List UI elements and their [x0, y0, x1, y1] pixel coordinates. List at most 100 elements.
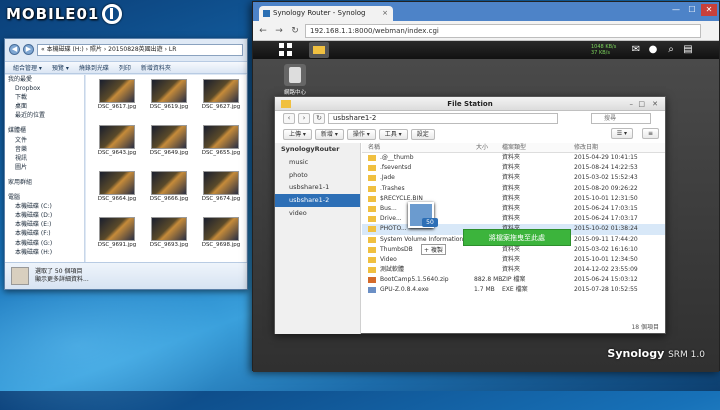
file-row[interactable]: 測試軟體 資料夾 2014-12-02 23:55:09	[362, 265, 665, 275]
sort-icon[interactable]: ≡	[641, 128, 659, 139]
explorer-address-bar[interactable]: « 本機磁碟 (H:) › 照片 › 20150828英國出遊 › LR	[37, 43, 243, 56]
url-bar[interactable]: 192.168.1.1:8000/webman/index.cgi	[305, 23, 701, 38]
tree-item[interactable]: SynologyRouter	[275, 143, 360, 156]
photo-thumbnail[interactable]: DSC_9619.jpg	[148, 79, 190, 113]
folder-icon	[281, 100, 291, 108]
explorer-toolbar-button[interactable]: 組合管理 ▾	[13, 63, 42, 72]
file-row[interactable]: .fseventsd 資料夾 2015-08-24 14:22:53	[362, 163, 665, 173]
file-name: .Trashes	[380, 184, 405, 192]
file-station-taskbar-icon[interactable]	[309, 42, 329, 58]
photo-thumbnail[interactable]: DSC_9698.jpg	[200, 217, 242, 251]
windows-start-button[interactable]	[0, 355, 40, 391]
photo-thumbnail[interactable]: DSC_9627.jpg	[200, 79, 242, 113]
maximize-button[interactable]: ☐	[685, 4, 699, 16]
tab-close-icon[interactable]: ×	[382, 6, 388, 21]
forward-icon[interactable]: ▶	[23, 44, 34, 55]
sidebar-item[interactable]: 家用群組	[5, 178, 84, 187]
photo-thumbnail[interactable]: DSC_9666.jpg	[148, 171, 190, 205]
minimize-button[interactable]: —	[669, 4, 683, 16]
refresh-icon[interactable]: ↻	[313, 113, 325, 124]
sidebar-item[interactable]: 本機磁碟 (E:)	[5, 220, 84, 229]
maximize-icon[interactable]: □	[638, 97, 645, 111]
chat-icon[interactable]: ✉	[629, 43, 643, 57]
sidebar-item[interactable]: 圖片	[5, 163, 84, 172]
sidebar-item[interactable]: 音樂	[5, 145, 84, 154]
photo-thumbnail[interactable]: DSC_9664.jpg	[96, 171, 138, 205]
sidebar-item[interactable]: 媒體櫃	[5, 126, 84, 135]
column-size[interactable]: 大小	[476, 143, 488, 153]
toolbar-button[interactable]: 上傳 ▾	[283, 128, 312, 140]
sidebar-item[interactable]: 本機磁碟 (G:)	[5, 239, 84, 248]
file-row[interactable]: .Jade 資料夾 2015-03-02 15:52:43	[362, 173, 665, 183]
back-icon[interactable]: ←	[257, 25, 269, 37]
sidebar-item[interactable]: 本機磁碟 (D:)	[5, 211, 84, 220]
file-name: PHOTO...	[380, 225, 407, 233]
forward-icon[interactable]: ›	[298, 113, 310, 124]
toolbar-button[interactable]: 工具 ▾	[378, 128, 408, 140]
browser-tab[interactable]: Synology Router - Synolog ×	[259, 6, 393, 21]
file-name: Bus...	[380, 204, 397, 212]
tree-item[interactable]: music	[275, 156, 360, 169]
file-modified: 2015-10-02 01:38:24	[574, 225, 638, 233]
tree-item[interactable]: usbshare1-1	[275, 181, 360, 194]
sidebar-item[interactable]: 本機磁碟 (H:)	[5, 248, 84, 257]
column-modified[interactable]: 修改日期	[574, 143, 598, 153]
toolbar-button[interactable]: 操作 ▾	[346, 128, 376, 140]
photo-thumbnail[interactable]: DSC_9693.jpg	[148, 217, 190, 251]
explorer-toolbar-button[interactable]: 列印	[119, 63, 131, 72]
photo-image	[99, 125, 135, 149]
sidebar-item[interactable]: 文件	[5, 136, 84, 145]
show-details-link[interactable]: 顯示更多詳細資料...	[35, 276, 89, 284]
search-icon[interactable]: ⌕	[664, 43, 678, 57]
close-icon[interactable]: ✕	[652, 97, 658, 111]
tree-item[interactable]: video	[275, 207, 360, 220]
file-type: 資料夾	[502, 215, 521, 223]
main-menu-icon[interactable]	[279, 43, 293, 57]
back-icon[interactable]: ◀	[9, 44, 20, 55]
photo-thumbnail[interactable]: DSC_9617.jpg	[96, 79, 138, 113]
user-icon[interactable]: ●	[646, 43, 660, 57]
file-row[interactable]: GPU-Z.0.8.4.exe 1.7 MB EXE 檔案 2015-07-28 10…	[362, 285, 665, 295]
minimize-icon[interactable]: –	[630, 97, 634, 111]
column-name[interactable]: 名稱	[368, 143, 380, 153]
forward-icon[interactable]: →	[273, 25, 285, 37]
sidebar-item[interactable]: 視訊	[5, 154, 84, 163]
sidebar-item[interactable]: 電腦	[5, 193, 84, 202]
toolbar-button[interactable]: 設定	[410, 128, 435, 140]
tree-item[interactable]: photo	[275, 169, 360, 182]
file-modified: 2015-10-01 12:34:50	[574, 255, 638, 263]
file-modified: 2015-04-29 10:41:15	[574, 154, 638, 161]
close-button[interactable]: ✕	[701, 4, 717, 16]
file-row[interactable]: .@__thumb 資料夾 2015-04-29 10:41:15	[362, 153, 665, 163]
file-modified: 2015-06-24 17:03:15	[574, 204, 638, 212]
sidebar-item[interactable]: 最近的位置	[5, 111, 84, 120]
sidebar-item[interactable]: 我的最愛	[5, 75, 84, 84]
photo-thumbnail[interactable]: DSC_9649.jpg	[148, 125, 190, 159]
file-row[interactable]: BootCamp5.1.5640.zip 882.8 MB ZIP 檔案 2015-0…	[362, 275, 665, 285]
sidebar-item[interactable]: 桌面	[5, 102, 84, 111]
column-type[interactable]: 檔案類型	[502, 143, 526, 153]
photo-thumbnail[interactable]: DSC_9643.jpg	[96, 125, 138, 159]
sidebar-item[interactable]: 本機磁碟 (C:)	[5, 202, 84, 211]
widgets-icon[interactable]: ▤	[681, 43, 695, 57]
photo-thumbnail[interactable]: DSC_9691.jpg	[96, 217, 138, 251]
file-row[interactable]: Video 資料夾 2015-10-01 12:34:50	[362, 255, 665, 265]
sidebar-item[interactable]: 下載	[5, 93, 84, 102]
reload-icon[interactable]: ↻	[289, 25, 301, 37]
back-icon[interactable]: ‹	[283, 113, 295, 124]
photo-thumbnail[interactable]: DSC_9655.jpg	[200, 125, 242, 159]
explorer-toolbar-button[interactable]: 新增資料夾	[141, 63, 171, 72]
tree-item[interactable]: usbshare1-2	[275, 194, 360, 207]
drop-zone-hint[interactable]: 將檔案拖曳至此處	[463, 229, 571, 246]
search-input[interactable]: 搜尋	[591, 113, 651, 124]
sidebar-item[interactable]: 本機磁碟 (F:)	[5, 229, 84, 238]
toolbar-button[interactable]: 新增 ▾	[314, 128, 344, 140]
photo-thumbnail[interactable]: DSC_9674.jpg	[200, 171, 242, 205]
network-center-shortcut[interactable]: 網路中心	[281, 64, 309, 96]
file-row[interactable]: .Trashes 資料夾 2015-08-20 09:26:22	[362, 184, 665, 194]
explorer-toolbar-button[interactable]: 預覽 ▾	[52, 63, 69, 72]
sidebar-item[interactable]: Dropbox	[5, 84, 84, 93]
explorer-toolbar-button[interactable]: 燒錄到光碟	[79, 63, 109, 72]
view-mode-icon[interactable]: ☰ ▾	[610, 128, 633, 139]
path-field[interactable]: usbshare1-2	[328, 113, 558, 124]
